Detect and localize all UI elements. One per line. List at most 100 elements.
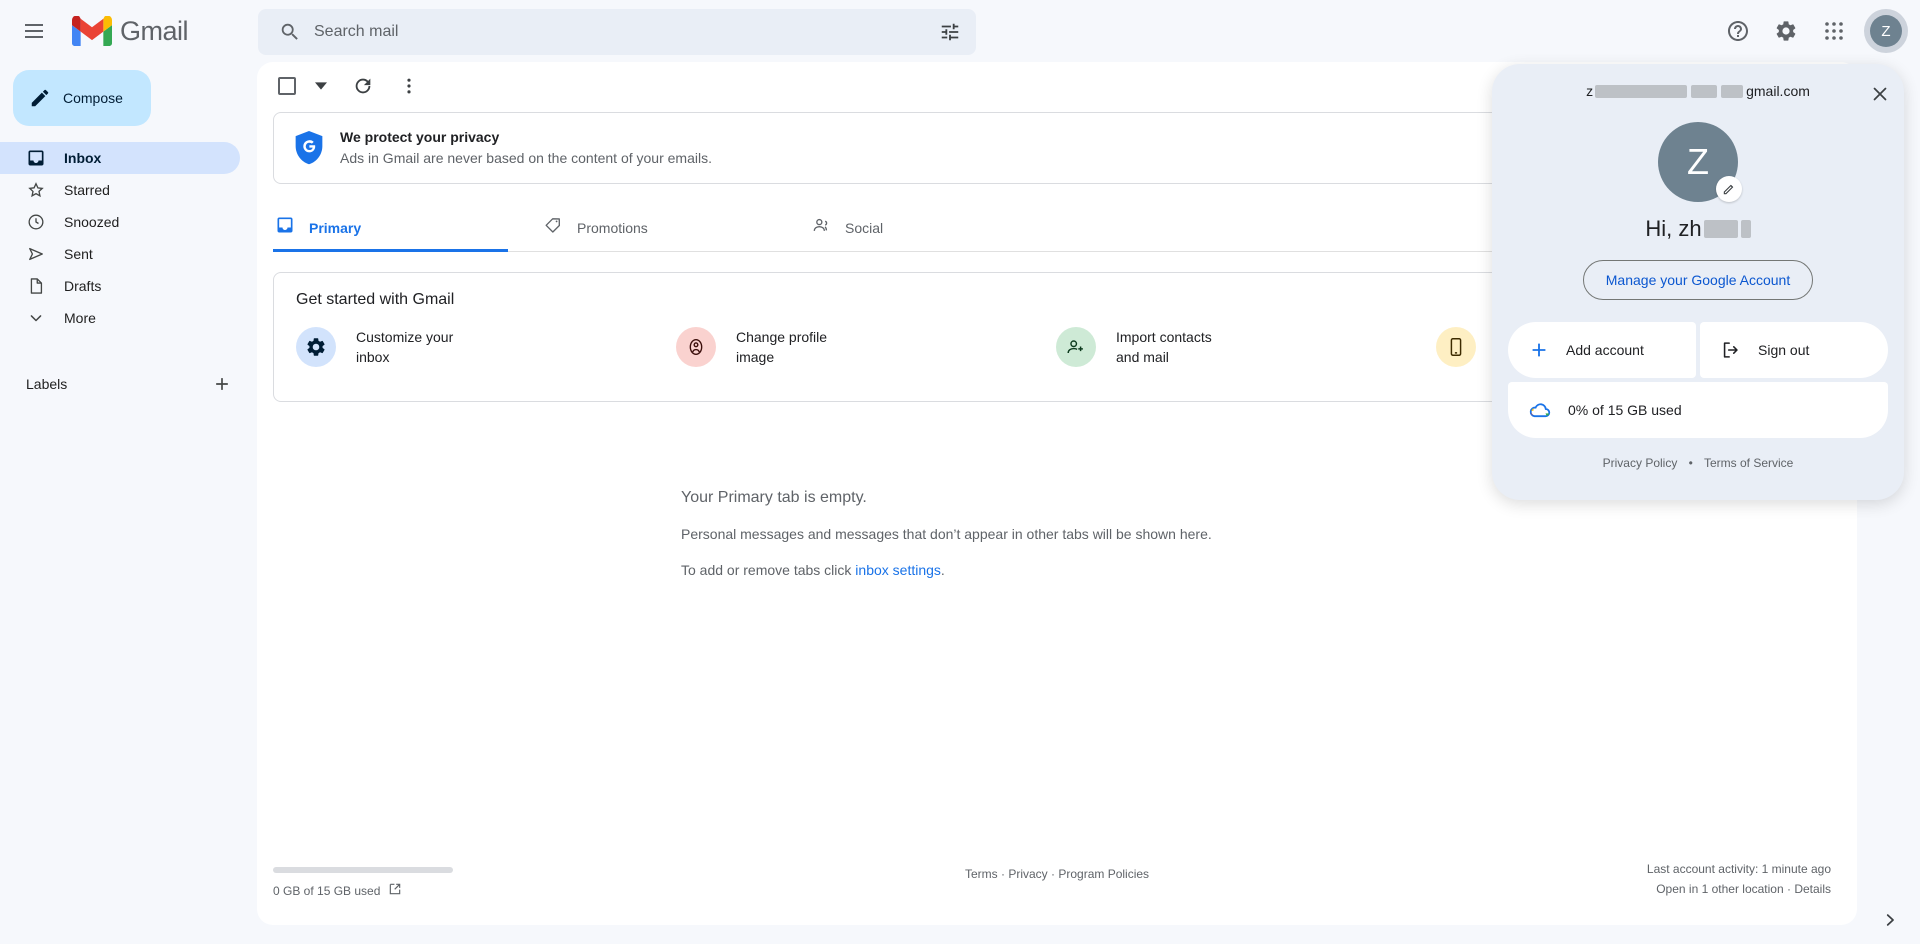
privacy-link[interactable]: Privacy xyxy=(1008,867,1047,881)
open-in-new-icon[interactable] xyxy=(388,882,402,899)
sign-out-label: Sign out xyxy=(1758,342,1810,358)
redacted-email-part xyxy=(1721,84,1744,98)
google-apps-grid-icon[interactable] xyxy=(1812,9,1856,53)
privacy-banner-title: We protect your privacy xyxy=(340,129,500,145)
top-app-bar: Gmail Z xyxy=(0,0,1920,62)
caret-down-icon[interactable] xyxy=(309,66,333,106)
redacted-email-part xyxy=(1691,84,1718,98)
avatar: Z xyxy=(1870,15,1902,47)
account-avatar-wrapper: Z xyxy=(1492,122,1904,202)
popup-storage-row[interactable]: 0% of 15 GB used xyxy=(1508,382,1888,438)
tab-label: Primary xyxy=(309,219,362,236)
account-popup-footer: Privacy Policy • Terms of Service xyxy=(1492,456,1904,470)
manage-google-account-button[interactable]: Manage your Google Account xyxy=(1582,260,1814,300)
terms-of-service-link[interactable]: Terms of Service xyxy=(1704,456,1793,470)
compose-button[interactable]: Compose xyxy=(13,70,151,126)
sidebar-item-snoozed[interactable]: Snoozed xyxy=(0,206,240,238)
gear-icon[interactable] xyxy=(1764,9,1808,53)
people-icon xyxy=(811,215,831,240)
search-input[interactable] xyxy=(314,23,932,41)
sidebar-item-inbox[interactable]: Inbox xyxy=(0,142,240,174)
privacy-policy-link[interactable]: Privacy Policy xyxy=(1603,456,1678,470)
tab-label: Social xyxy=(845,219,884,236)
privacy-banner-texts: We protect your privacy Ads in Gmail are… xyxy=(340,127,712,169)
sidebar-item-more[interactable]: More xyxy=(0,302,240,334)
document-icon xyxy=(26,276,46,296)
tab-social[interactable]: Social xyxy=(809,204,1077,251)
popup-footer-separator: • xyxy=(1688,456,1693,470)
mobile-phone-icon xyxy=(1436,327,1476,367)
inbox-tab-icon xyxy=(275,215,295,240)
sidebar-item-label: Starred xyxy=(64,182,110,198)
sidebar: Compose Inbox Starred Snoozed Sent Draft… xyxy=(0,62,256,944)
get-started-item-line1: Import contacts xyxy=(1116,329,1212,345)
footer-separator: · xyxy=(1000,867,1005,881)
redacted-email-part xyxy=(1595,84,1688,98)
redacted-name-part xyxy=(1740,220,1751,238)
refresh-icon[interactable] xyxy=(343,66,383,106)
privacy-banner-subtitle: Ads in Gmail are never based on the cont… xyxy=(340,150,712,166)
get-started-item-line2: and mail xyxy=(1116,349,1169,365)
add-account-button[interactable]: Add account xyxy=(1508,322,1696,378)
search-options-icon[interactable] xyxy=(932,14,968,50)
tab-label: Promotions xyxy=(577,219,648,236)
account-email-suffix: gmail.com xyxy=(1746,83,1810,99)
checkbox-icon xyxy=(278,77,296,95)
account-avatar-letter: Z xyxy=(1687,141,1709,182)
sidebar-item-label: More xyxy=(64,310,96,326)
sidebar-item-label: Snoozed xyxy=(64,214,120,230)
select-all-checkbox[interactable] xyxy=(267,66,307,106)
account-popup-header: z gmail.com xyxy=(1492,78,1904,112)
get-started-item-change-profile-image[interactable]: Change profile image xyxy=(676,327,1056,367)
chevron-right-icon[interactable] xyxy=(1874,904,1906,936)
pencil-icon xyxy=(31,89,49,107)
account-activity: Last account activity: 1 minute ago Open… xyxy=(1647,859,1831,899)
terms-link[interactable]: Terms xyxy=(965,867,998,881)
account-actions-row: Add account Sign out xyxy=(1508,322,1888,378)
account-popup: z gmail.com Z Hi, zh Manage your Google … xyxy=(1492,64,1904,500)
redacted-name-part xyxy=(1703,220,1738,238)
plus-icon[interactable] xyxy=(210,372,234,396)
footer-separator: · xyxy=(1051,867,1055,881)
sidebar-item-drafts[interactable]: Drafts xyxy=(0,270,240,302)
details-link[interactable]: Details xyxy=(1794,882,1831,896)
sidebar-item-starred[interactable]: Starred xyxy=(0,174,240,206)
more-vertical-icon[interactable] xyxy=(389,66,429,106)
get-started-item-customize-inbox[interactable]: Customize your inbox xyxy=(296,327,676,367)
brand-title: Gmail xyxy=(120,15,189,46)
account-email-prefix: z xyxy=(1586,83,1594,99)
get-started-item-line2: inbox xyxy=(356,349,390,365)
tab-promotions[interactable]: Promotions xyxy=(541,204,809,251)
account-avatar-button[interactable]: Z xyxy=(1864,9,1908,53)
inbox-icon xyxy=(26,148,46,168)
close-icon[interactable] xyxy=(1862,76,1898,112)
clock-icon xyxy=(26,212,46,232)
help-icon[interactable] xyxy=(1716,9,1760,53)
inbox-settings-link[interactable]: inbox settings xyxy=(855,562,941,578)
google-drive-cloud-icon xyxy=(1529,403,1551,418)
storage-usage-text-row: 0 GB of 15 GB used xyxy=(273,882,573,899)
hamburger-menu-icon[interactable] xyxy=(10,7,58,55)
sign-out-button[interactable]: Sign out xyxy=(1700,322,1888,378)
pencil-icon[interactable] xyxy=(1716,176,1742,202)
get-started-item-import-contacts[interactable]: Import contacts and mail xyxy=(1056,327,1436,367)
header-actions: Z xyxy=(1716,0,1908,62)
last-activity-text: Last account activity: 1 minute ago xyxy=(1646,862,1831,876)
labels-title: Labels xyxy=(26,376,68,392)
popup-storage-label: 0% of 15 GB used xyxy=(1568,402,1682,418)
chevron-down-icon xyxy=(26,308,46,328)
get-started-item-line1: Customize your xyxy=(356,329,454,345)
empty-state-settings-line: To add or remove tabs click inbox settin… xyxy=(681,552,1857,588)
account-avatar: Z xyxy=(1658,122,1742,202)
get-started-item-line2: image xyxy=(736,349,775,365)
sidebar-nav-list: Inbox Starred Snoozed Sent Drafts More xyxy=(0,142,256,334)
search-icon[interactable] xyxy=(274,16,306,48)
add-person-icon xyxy=(1056,327,1096,367)
account-email: z gmail.com xyxy=(1586,83,1810,99)
google-shield-icon xyxy=(295,131,323,165)
program-policies-link[interactable]: Program Policies xyxy=(1058,867,1149,881)
tab-primary[interactable]: Primary xyxy=(273,204,541,252)
sidebar-item-sent[interactable]: Sent xyxy=(0,238,240,270)
gmail-brand[interactable]: Gmail xyxy=(72,15,189,47)
search-bar[interactable] xyxy=(258,9,976,55)
